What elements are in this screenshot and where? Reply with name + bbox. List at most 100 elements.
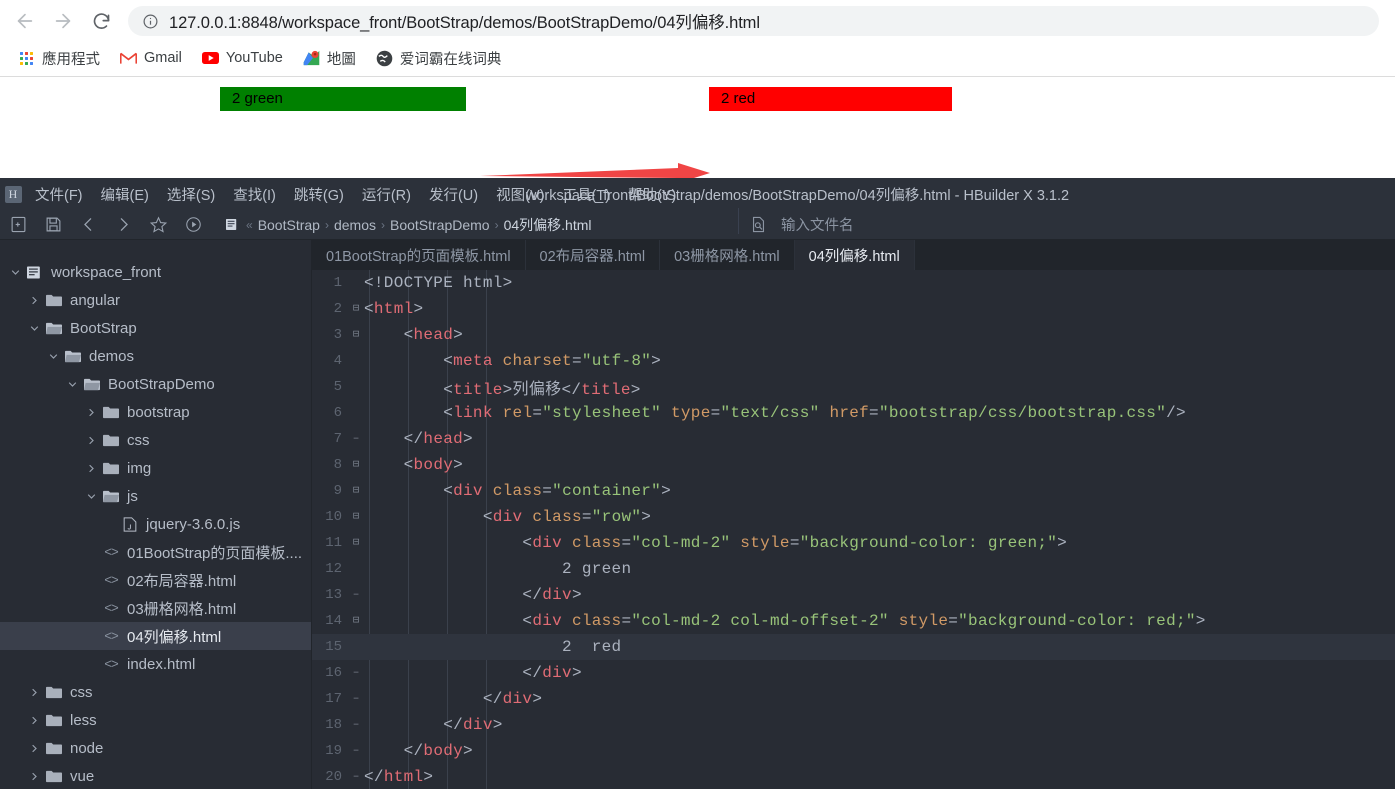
editor-tab-1[interactable]: 01BootStrap的页面模板.html bbox=[312, 240, 526, 270]
code-line[interactable]: 9 ⊟ <div class="container"> bbox=[312, 478, 1395, 504]
tree-item-less[interactable]: less bbox=[0, 706, 311, 734]
chevron-down-icon[interactable] bbox=[6, 268, 24, 277]
code-line[interactable]: 7– </head> bbox=[312, 426, 1395, 452]
code-line[interactable]: 8 ⊟ <body> bbox=[312, 452, 1395, 478]
back-icon[interactable] bbox=[72, 211, 104, 239]
breadcrumb-item-demos[interactable]: demos bbox=[334, 217, 376, 233]
code-line[interactable]: 16– </div> bbox=[312, 660, 1395, 686]
bookmark-iciba[interactable]: 爱词霸在线词典 bbox=[368, 45, 510, 72]
tree-item-img[interactable]: img bbox=[0, 454, 311, 482]
tree-item-04.html[interactable]: <> 04列偏移.html bbox=[0, 622, 311, 650]
editor-tab-4[interactable]: 04列偏移.html bbox=[794, 240, 915, 270]
fold-marker[interactable]: ⊟ bbox=[348, 615, 364, 627]
fold-marker[interactable]: ⊟ bbox=[348, 303, 364, 315]
chevron-right-icon[interactable] bbox=[25, 688, 43, 697]
code-line[interactable]: 3 ⊟ <head> bbox=[312, 322, 1395, 348]
fold-marker[interactable]: ⊟ bbox=[348, 459, 364, 471]
fold-marker[interactable]: ⊟ bbox=[348, 537, 364, 549]
back-arrow-icon[interactable] bbox=[8, 4, 42, 38]
code-line[interactable]: 6 <link rel="stylesheet" type="text/css"… bbox=[312, 400, 1395, 426]
tree-item-03.html[interactable]: <> 03栅格网格.html bbox=[0, 594, 311, 622]
code-line[interactable]: 11 ⊟ <div class="col-md-2" style="backgro… bbox=[312, 530, 1395, 556]
fold-marker[interactable]: – bbox=[348, 771, 364, 783]
fold-marker[interactable]: – bbox=[348, 719, 364, 731]
menu-view[interactable]: 视图(V) bbox=[487, 180, 553, 209]
file-search-area[interactable]: 输入文件名 bbox=[738, 208, 854, 235]
chevron-down-icon[interactable] bbox=[63, 380, 81, 389]
forward-icon[interactable] bbox=[107, 211, 139, 239]
menu-goto[interactable]: 跳转(G) bbox=[285, 180, 353, 209]
file-explorer[interactable]: workspace_front angular BootStrap demos Boot… bbox=[0, 240, 312, 789]
chevron-right-icon[interactable] bbox=[82, 408, 100, 417]
breadcrumb-item-bootstrap[interactable]: BootStrap bbox=[258, 217, 320, 233]
code-line[interactable]: 14 ⊟ <div class="col-md-2 col-md-offset-2… bbox=[312, 608, 1395, 634]
new-file-icon[interactable] bbox=[2, 211, 34, 239]
fold-marker[interactable]: – bbox=[348, 433, 364, 445]
chevron-right-icon[interactable] bbox=[25, 772, 43, 781]
menu-tools[interactable]: 工具(T) bbox=[553, 180, 619, 209]
tree-item-bootstrap[interactable]: BootStrap bbox=[0, 314, 311, 342]
chevron-down-icon[interactable] bbox=[82, 492, 100, 501]
reload-icon[interactable] bbox=[84, 4, 118, 38]
star-icon[interactable] bbox=[142, 211, 174, 239]
chevron-right-icon[interactable] bbox=[82, 464, 100, 473]
code-line[interactable]: 20– </html> bbox=[312, 764, 1395, 789]
address-bar[interactable]: 127.0.0.1:8848/workspace_front/BootStrap… bbox=[128, 6, 1379, 36]
fold-marker[interactable]: ⊟ bbox=[348, 329, 364, 341]
menu-find[interactable]: 查找(I) bbox=[224, 180, 285, 209]
tree-item-01bootstrap....[interactable]: <> 01BootStrap的页面模板.... bbox=[0, 538, 311, 566]
code-line[interactable]: 19– </body> bbox=[312, 738, 1395, 764]
editor-tab-3[interactable]: 03栅格网格.html bbox=[660, 240, 795, 270]
code-line[interactable]: 17– </div> bbox=[312, 686, 1395, 712]
chevron-right-icon[interactable] bbox=[25, 744, 43, 753]
code-editor[interactable]: 1 <!DOCTYPE html> 2 ⊟ <html> 3 ⊟ <head> 4 <meta… bbox=[312, 270, 1395, 789]
tree-item-js[interactable]: js bbox=[0, 482, 311, 510]
menu-help[interactable]: 帮助(Y) bbox=[619, 180, 685, 209]
code-line[interactable]: 12 2 green bbox=[312, 556, 1395, 582]
tree-item-bootstrapdemo[interactable]: BootStrapDemo bbox=[0, 370, 311, 398]
file-search-icon[interactable] bbox=[750, 216, 767, 233]
tree-item-vue[interactable]: vue bbox=[0, 762, 311, 789]
chevron-down-icon[interactable] bbox=[25, 324, 43, 333]
breadcrumb-item-bootstrapdemo[interactable]: BootStrapDemo bbox=[390, 217, 490, 233]
menu-edit[interactable]: 编辑(E) bbox=[92, 180, 158, 209]
file-search-placeholder[interactable]: 输入文件名 bbox=[781, 214, 854, 235]
tree-item-css[interactable]: css bbox=[0, 426, 311, 454]
menu-run[interactable]: 运行(R) bbox=[353, 180, 420, 209]
fold-marker[interactable]: – bbox=[348, 745, 364, 757]
menu-file[interactable]: 文件(F) bbox=[26, 180, 92, 209]
fold-marker[interactable]: – bbox=[348, 693, 364, 705]
breadcrumb-item-file[interactable]: 04列偏移.html bbox=[504, 215, 592, 235]
save-icon[interactable] bbox=[37, 211, 69, 239]
bookmark-youtube[interactable]: YouTube bbox=[194, 47, 291, 70]
tree-item-jquery-3.6.0.js[interactable]: jquery-3.6.0.js bbox=[0, 510, 311, 538]
forward-arrow-icon[interactable] bbox=[46, 4, 80, 38]
bookmark-maps[interactable]: 地圖 bbox=[295, 45, 364, 72]
code-line[interactable]: 2 ⊟ <html> bbox=[312, 296, 1395, 322]
code-line[interactable]: 10 ⊟ <div class="row"> bbox=[312, 504, 1395, 530]
tree-item-demos[interactable]: demos bbox=[0, 342, 311, 370]
bookmark-apps[interactable]: 應用程式 bbox=[10, 45, 108, 72]
info-circle-icon[interactable] bbox=[142, 13, 159, 30]
code-line[interactable]: 18– </div> bbox=[312, 712, 1395, 738]
fold-marker[interactable]: – bbox=[348, 667, 364, 679]
chevron-down-icon[interactable] bbox=[44, 352, 62, 361]
tree-item-css[interactable]: css bbox=[0, 678, 311, 706]
chevron-right-icon[interactable] bbox=[82, 436, 100, 445]
editor-tab-2[interactable]: 02布局容器.html bbox=[526, 240, 661, 270]
tree-item-workspace_front[interactable]: workspace_front bbox=[0, 258, 311, 286]
code-line[interactable]: 1 <!DOCTYPE html> bbox=[312, 270, 1395, 296]
tree-item-angular[interactable]: angular bbox=[0, 286, 311, 314]
code-line[interactable]: 4 <meta charset="utf-8"> bbox=[312, 348, 1395, 374]
chevron-right-icon[interactable] bbox=[25, 716, 43, 725]
code-line[interactable]: 15 2 red bbox=[312, 634, 1395, 660]
menu-publish[interactable]: 发行(U) bbox=[420, 180, 487, 209]
fold-marker[interactable]: ⊟ bbox=[348, 485, 364, 497]
menu-select[interactable]: 选择(S) bbox=[158, 180, 224, 209]
fold-marker[interactable]: ⊟ bbox=[348, 511, 364, 523]
tree-item-node[interactable]: node bbox=[0, 734, 311, 762]
code-line[interactable]: 5 <title>列偏移</title> bbox=[312, 374, 1395, 400]
chevron-right-icon[interactable] bbox=[25, 296, 43, 305]
tree-item-02.html[interactable]: <> 02布局容器.html bbox=[0, 566, 311, 594]
bookmark-gmail[interactable]: Gmail bbox=[112, 47, 190, 70]
